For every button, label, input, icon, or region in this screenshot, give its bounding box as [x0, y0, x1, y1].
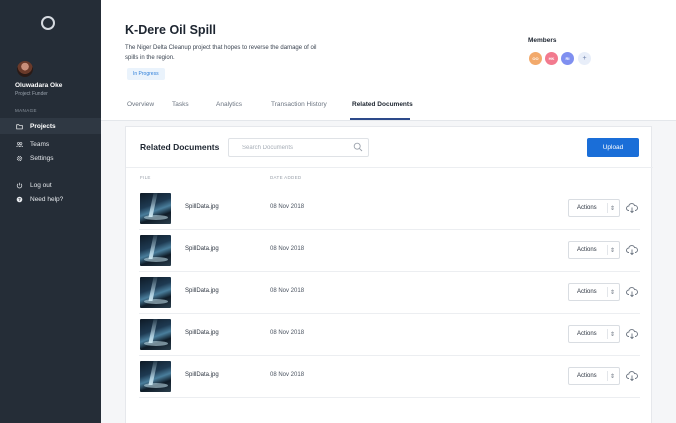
related-documents-card: Related Documents Upload FILE DATE ADDED… — [125, 126, 653, 423]
card-title: Related Documents — [140, 142, 220, 152]
cloud-download-icon[interactable] — [626, 202, 638, 214]
sidebar-item-help[interactable]: ? Need help? — [0, 191, 101, 207]
column-header-date: DATE ADDED — [270, 175, 302, 180]
members-label: Members — [528, 37, 557, 44]
sidebar-item-label: Settings — [30, 154, 54, 162]
upload-button[interactable]: Upload — [587, 138, 639, 157]
member-avatar[interactable]: HK — [545, 52, 558, 65]
file-name[interactable]: SpillData.jpg — [185, 246, 219, 252]
user-avatar[interactable] — [17, 61, 33, 77]
cloud-download-icon[interactable] — [626, 244, 638, 256]
divider — [126, 167, 653, 168]
people-icon — [15, 140, 23, 148]
user-name: Oluwadara Oke — [15, 82, 63, 89]
chevron-updown-icon: ⇕ — [607, 329, 615, 339]
date-added: 08 Nov 2018 — [270, 204, 305, 210]
actions-label: Actions — [577, 331, 597, 337]
sidebar: Oluwadara Oke Project Funder MANAGE Proj… — [0, 0, 101, 423]
chevron-updown-icon: ⇕ — [607, 245, 615, 255]
member-avatar[interactable]: OO — [529, 52, 542, 65]
cloud-download-icon[interactable] — [626, 370, 638, 382]
sidebar-item-label: Log out — [30, 181, 52, 189]
date-added: 08 Nov 2018 — [270, 330, 305, 336]
cloud-download-icon[interactable] — [626, 286, 638, 298]
chevron-updown-icon: ⇕ — [607, 203, 615, 213]
file-name[interactable]: SpillData.jpg — [185, 204, 219, 210]
actions-dropdown[interactable]: Actions ⇕ — [568, 283, 620, 301]
actions-label: Actions — [577, 289, 597, 295]
tab-analytics[interactable]: Analytics — [216, 101, 242, 108]
table-row: SpillData.jpg 08 Nov 2018 Actions ⇕ — [139, 188, 640, 230]
actions-dropdown[interactable]: Actions ⇕ — [568, 241, 620, 259]
project-header: K-Dere Oil Spill The Niger Delta Cleanup… — [101, 0, 676, 121]
logo-ring-icon[interactable] — [41, 16, 55, 30]
manage-section-label: MANAGE — [15, 108, 37, 113]
table-row: SpillData.jpg 08 Nov 2018 Actions ⇕ — [139, 356, 640, 398]
date-added: 08 Nov 2018 — [270, 372, 305, 378]
status-badge: In Progress — [127, 68, 165, 80]
user-role: Project Funder — [15, 91, 48, 97]
file-thumbnail[interactable] — [140, 235, 171, 266]
chevron-updown-icon: ⇕ — [607, 287, 615, 297]
file-thumbnail[interactable] — [140, 193, 171, 224]
gear-icon — [15, 154, 23, 162]
search-input[interactable] — [242, 139, 352, 156]
actions-dropdown[interactable]: Actions ⇕ — [568, 199, 620, 217]
table-row: SpillData.jpg 08 Nov 2018 Actions ⇕ — [139, 230, 640, 272]
sidebar-item-settings[interactable]: Settings — [0, 150, 101, 166]
date-added: 08 Nov 2018 — [270, 288, 305, 294]
file-thumbnail[interactable] — [140, 319, 171, 350]
chevron-updown-icon: ⇕ — [607, 371, 615, 381]
actions-label: Actions — [577, 373, 597, 379]
member-avatar[interactable]: RI — [561, 52, 574, 65]
sidebar-item-projects[interactable]: Projects — [0, 118, 101, 134]
search-icon[interactable] — [353, 142, 363, 152]
date-added: 08 Nov 2018 — [270, 246, 305, 252]
project-tabs: Overview Tasks Analytics Transaction His… — [101, 95, 676, 121]
tab-transaction-history[interactable]: Transaction History — [271, 101, 327, 108]
file-name[interactable]: SpillData.jpg — [185, 372, 219, 378]
search-box — [228, 138, 369, 157]
tab-related-documents[interactable]: Related Documents — [352, 101, 413, 108]
actions-dropdown[interactable]: Actions ⇕ — [568, 367, 620, 385]
actions-label: Actions — [577, 205, 597, 211]
table-row: SpillData.jpg 08 Nov 2018 Actions ⇕ — [139, 314, 640, 356]
cloud-download-icon[interactable] — [626, 328, 638, 340]
sidebar-item-label: Projects — [30, 122, 56, 130]
page-title: K-Dere Oil Spill — [125, 23, 216, 37]
folder-icon — [15, 122, 23, 130]
add-member-button[interactable]: + — [578, 52, 591, 65]
file-name[interactable]: SpillData.jpg — [185, 330, 219, 336]
tab-overview[interactable]: Overview — [127, 101, 154, 108]
help-icon: ? — [15, 195, 23, 203]
actions-dropdown[interactable]: Actions ⇕ — [568, 325, 620, 343]
file-thumbnail[interactable] — [140, 277, 171, 308]
file-name[interactable]: SpillData.jpg — [185, 288, 219, 294]
project-description: The Niger Delta Cleanup project that hop… — [125, 45, 317, 61]
sidebar-item-label: Need help? — [30, 195, 64, 203]
file-thumbnail[interactable] — [140, 361, 171, 392]
actions-label: Actions — [577, 247, 597, 253]
column-header-file: FILE — [140, 175, 151, 180]
active-tab-indicator — [350, 118, 410, 120]
svg-text:?: ? — [18, 197, 21, 202]
tab-tasks[interactable]: Tasks — [172, 101, 189, 108]
sidebar-item-label: Teams — [30, 140, 50, 148]
table-row: SpillData.jpg 08 Nov 2018 Actions ⇕ — [139, 272, 640, 314]
power-icon — [15, 181, 23, 189]
